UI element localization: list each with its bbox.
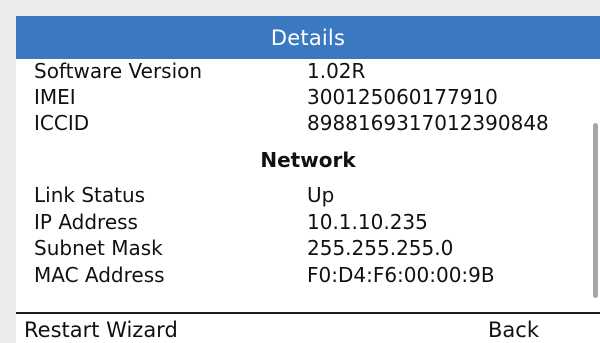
link-status-label: Link Status xyxy=(34,183,146,207)
list-item-ip-address: IP Address 10.1.10.235 xyxy=(16,209,600,235)
scrollbar[interactable] xyxy=(591,59,600,312)
list-item-subnet-mask: Subnet Mask 255.255.255.0 xyxy=(16,235,600,261)
list-item-iccid: ICCID 8988169317012390848 xyxy=(16,110,600,136)
link-status-value: Up xyxy=(307,183,335,207)
list-item-imei: IMEI 300125060177910 xyxy=(16,84,600,110)
list-item-mac-address: MAC Address F0:D4:F6:00:00:9B xyxy=(16,262,600,288)
back-button[interactable]: Back xyxy=(488,316,539,343)
mac-address-value: F0:D4:F6:00:00:9B xyxy=(307,263,495,287)
subnet-mask-label: Subnet Mask xyxy=(34,236,163,260)
list-item-link-status: Link Status Up xyxy=(16,182,600,208)
page-title: Details xyxy=(270,25,346,50)
imei-value: 300125060177910 xyxy=(307,85,498,109)
softkey-bar: Restart Wizard Back xyxy=(16,312,600,343)
mac-address-label: MAC Address xyxy=(34,263,165,287)
restart-wizard-button[interactable]: Restart Wizard xyxy=(24,316,178,343)
network-section-heading: Network xyxy=(260,148,356,172)
list-item-software-version: Software Version 1.02R xyxy=(16,59,600,84)
subnet-mask-value: 255.255.255.0 xyxy=(307,236,454,260)
ip-address-value: 10.1.10.235 xyxy=(307,210,428,234)
ip-address-label: IP Address xyxy=(34,210,138,234)
title-bar: Details xyxy=(16,16,600,59)
scrollbar-thumb[interactable] xyxy=(593,123,598,298)
software-version-value: 1.02R xyxy=(307,59,366,83)
imei-label: IMEI xyxy=(34,85,76,109)
iccid-label: ICCID xyxy=(34,111,90,135)
iccid-value: 8988169317012390848 xyxy=(307,111,549,135)
software-version-label: Software Version xyxy=(34,59,203,83)
device-screen: Details Software Version 1.02R IMEI 3001… xyxy=(16,16,600,343)
details-list[interactable]: Software Version 1.02R IMEI 300125060177… xyxy=(16,59,600,312)
